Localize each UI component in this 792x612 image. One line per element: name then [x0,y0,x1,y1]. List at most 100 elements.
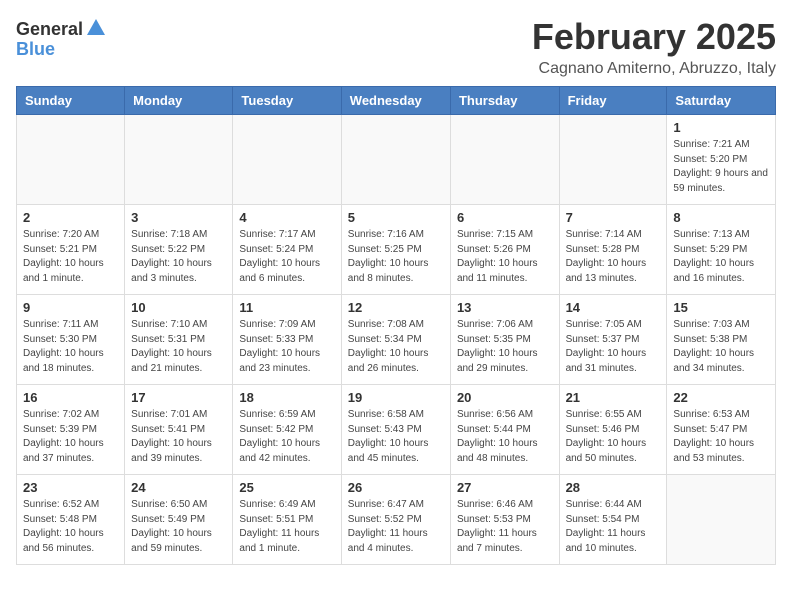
day-info: Sunrise: 6:55 AM Sunset: 5:46 PM Dayligh… [566,408,661,466]
day-info: Sunrise: 7:01 AM Sunset: 5:41 PM Dayligh… [131,408,226,466]
day-info: Sunrise: 7:03 AM Sunset: 5:38 PM Dayligh… [673,318,769,376]
day-info: Sunrise: 7:16 AM Sunset: 5:25 PM Dayligh… [348,228,444,286]
day-number: 7 [566,210,661,225]
day-number: 20 [457,390,553,405]
day-info: Sunrise: 6:58 AM Sunset: 5:43 PM Dayligh… [348,408,444,466]
day-number: 14 [566,300,661,315]
day-number: 9 [23,300,118,315]
day-info: Sunrise: 7:02 AM Sunset: 5:39 PM Dayligh… [23,408,118,466]
day-cell: 19 Sunrise: 6:58 AM Sunset: 5:43 PM Dayli… [341,385,450,475]
week-row-4: 23 Sunrise: 6:52 AM Sunset: 5:48 PM Dayli… [17,475,776,565]
day-info: Sunrise: 7:10 AM Sunset: 5:31 PM Dayligh… [131,318,226,376]
day-cell: 27 Sunrise: 6:46 AM Sunset: 5:53 PM Dayli… [450,475,559,565]
weekday-header-sunday: Sunday [17,87,125,115]
day-cell: 7 Sunrise: 7:14 AM Sunset: 5:28 PM Daylig… [559,205,667,295]
day-cell: 14 Sunrise: 7:05 AM Sunset: 5:37 PM Dayli… [559,295,667,385]
day-info: Sunrise: 7:13 AM Sunset: 5:29 PM Dayligh… [673,228,769,286]
day-cell: 15 Sunrise: 7:03 AM Sunset: 5:38 PM Dayli… [667,295,776,385]
day-cell: 21Sunrise: 6:55 AM Sunset: 5:46 PM Dayli… [559,385,667,475]
weekday-header-saturday: Saturday [667,87,776,115]
day-number: 28 [566,480,661,495]
logo: General Blue [16,20,107,60]
day-number: 6 [457,210,553,225]
day-number: 16 [23,390,118,405]
day-cell: 20Sunrise: 6:56 AM Sunset: 5:44 PM Dayli… [450,385,559,475]
day-info: Sunrise: 7:18 AM Sunset: 5:22 PM Dayligh… [131,228,226,286]
day-info: Sunrise: 6:46 AM Sunset: 5:53 PM Dayligh… [457,498,553,556]
day-cell: 8 Sunrise: 7:13 AM Sunset: 5:29 PM Daylig… [667,205,776,295]
day-number: 1 [673,120,769,135]
day-number: 24 [131,480,226,495]
day-cell: 17 Sunrise: 7:01 AM Sunset: 5:41 PM Dayli… [125,385,233,475]
day-number: 3 [131,210,226,225]
day-cell: 18 Sunrise: 6:59 AM Sunset: 5:42 PM Dayli… [233,385,341,475]
day-number: 12 [348,300,444,315]
week-row-0: 1 Sunrise: 7:21 AM Sunset: 5:20 PM Daylig… [17,115,776,205]
day-cell [341,115,450,205]
header: General Blue February 2025 Cagnano Amite… [16,16,776,78]
day-info: Sunrise: 7:06 AM Sunset: 5:35 PM Dayligh… [457,318,553,376]
day-number: 10 [131,300,226,315]
day-info: Sunrise: 6:47 AM Sunset: 5:52 PM Dayligh… [348,498,444,556]
day-cell: 6 Sunrise: 7:15 AM Sunset: 5:26 PM Daylig… [450,205,559,295]
day-number: 2 [23,210,118,225]
day-cell: 9 Sunrise: 7:11 AM Sunset: 5:30 PM Daylig… [17,295,125,385]
day-cell: 22Sunrise: 6:53 AM Sunset: 5:47 PM Dayli… [667,385,776,475]
day-info: Sunrise: 7:08 AM Sunset: 5:34 PM Dayligh… [348,318,444,376]
day-info: Sunrise: 6:50 AM Sunset: 5:49 PM Dayligh… [131,498,226,556]
logo-general-text: General [16,20,83,40]
day-number: 27 [457,480,553,495]
day-cell: 28 Sunrise: 6:44 AM Sunset: 5:54 PM Dayli… [559,475,667,565]
day-cell: 23 Sunrise: 6:52 AM Sunset: 5:48 PM Dayli… [17,475,125,565]
day-cell: 11 Sunrise: 7:09 AM Sunset: 5:33 PM Dayli… [233,295,341,385]
weekday-header-monday: Monday [125,87,233,115]
weekday-header-thursday: Thursday [450,87,559,115]
day-info: Sunrise: 7:14 AM Sunset: 5:28 PM Dayligh… [566,228,661,286]
day-cell: 12 Sunrise: 7:08 AM Sunset: 5:34 PM Dayli… [341,295,450,385]
day-cell [17,115,125,205]
day-cell: 24 Sunrise: 6:50 AM Sunset: 5:49 PM Dayli… [125,475,233,565]
day-cell: 25 Sunrise: 6:49 AM Sunset: 5:51 PM Dayli… [233,475,341,565]
day-number: 4 [239,210,334,225]
day-info: Sunrise: 7:09 AM Sunset: 5:33 PM Dayligh… [239,318,334,376]
day-number: 19 [348,390,444,405]
day-number: 8 [673,210,769,225]
day-cell [450,115,559,205]
calendar: SundayMondayTuesdayWednesdayThursdayFrid… [16,86,776,565]
day-cell: 5 Sunrise: 7:16 AM Sunset: 5:25 PM Daylig… [341,205,450,295]
week-row-2: 9 Sunrise: 7:11 AM Sunset: 5:30 PM Daylig… [17,295,776,385]
day-number: 18 [239,390,334,405]
day-number: 17 [131,390,226,405]
day-number: 25 [239,480,334,495]
location-title: Cagnano Amiterno, Abruzzo, Italy [532,60,776,78]
day-cell: 10 Sunrise: 7:10 AM Sunset: 5:31 PM Dayli… [125,295,233,385]
logo-icon [85,17,107,39]
day-cell [125,115,233,205]
day-cell [233,115,341,205]
day-cell: 13Sunrise: 7:06 AM Sunset: 5:35 PM Dayli… [450,295,559,385]
day-cell: 4Sunrise: 7:17 AM Sunset: 5:24 PM Daylig… [233,205,341,295]
weekday-header-friday: Friday [559,87,667,115]
day-cell: 2 Sunrise: 7:20 AM Sunset: 5:21 PM Daylig… [17,205,125,295]
weekday-header-wednesday: Wednesday [341,87,450,115]
day-cell: 1 Sunrise: 7:21 AM Sunset: 5:20 PM Daylig… [667,115,776,205]
day-info: Sunrise: 7:21 AM Sunset: 5:20 PM Dayligh… [673,138,769,196]
day-cell: 26Sunrise: 6:47 AM Sunset: 5:52 PM Dayli… [341,475,450,565]
day-number: 5 [348,210,444,225]
day-info: Sunrise: 7:15 AM Sunset: 5:26 PM Dayligh… [457,228,553,286]
day-info: Sunrise: 6:53 AM Sunset: 5:47 PM Dayligh… [673,408,769,466]
day-info: Sunrise: 7:20 AM Sunset: 5:21 PM Dayligh… [23,228,118,286]
week-row-3: 16 Sunrise: 7:02 AM Sunset: 5:39 PM Dayli… [17,385,776,475]
day-info: Sunrise: 6:44 AM Sunset: 5:54 PM Dayligh… [566,498,661,556]
weekday-header-row: SundayMondayTuesdayWednesdayThursdayFrid… [17,87,776,115]
day-cell [667,475,776,565]
day-info: Sunrise: 6:59 AM Sunset: 5:42 PM Dayligh… [239,408,334,466]
day-info: Sunrise: 6:52 AM Sunset: 5:48 PM Dayligh… [23,498,118,556]
day-info: Sunrise: 7:05 AM Sunset: 5:37 PM Dayligh… [566,318,661,376]
day-info: Sunrise: 6:49 AM Sunset: 5:51 PM Dayligh… [239,498,334,556]
day-number: 11 [239,300,334,315]
day-info: Sunrise: 7:11 AM Sunset: 5:30 PM Dayligh… [23,318,118,376]
day-number: 15 [673,300,769,315]
month-title: February 2025 [532,16,776,58]
day-number: 23 [23,480,118,495]
